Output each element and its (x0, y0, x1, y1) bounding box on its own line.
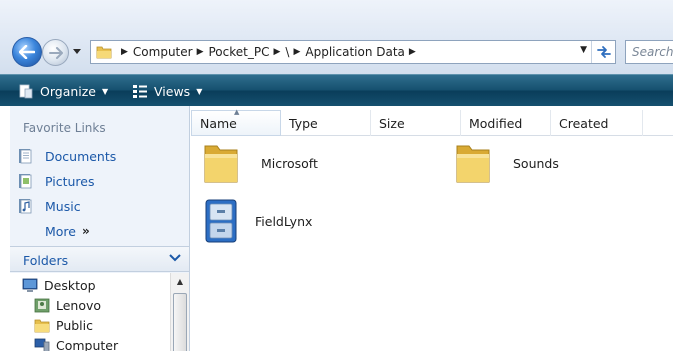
folder-tree: Desktop Lenovo Public Computer (10, 273, 170, 351)
scrollbar-thumb[interactable] (173, 293, 187, 351)
breadcrumb-arrow-icon[interactable]: ▶ (273, 47, 280, 57)
desktop-icon (22, 278, 38, 292)
tree-item-label: Computer (56, 337, 119, 351)
column-header-label: Size (379, 115, 405, 131)
more-label: More (45, 223, 76, 239)
address-history-dropdown-icon[interactable]: ▼ (580, 45, 587, 55)
tree-item-label: Desktop (44, 277, 96, 293)
folder-tree-scrollbar[interactable]: ▲ (170, 273, 189, 351)
more-links-button[interactable]: More » (45, 221, 90, 241)
favorite-links-heading: Favorite Links (23, 121, 106, 135)
column-header-created[interactable]: Created (551, 110, 643, 136)
views-icon (133, 85, 147, 98)
application-icon (205, 199, 237, 243)
column-header-label: Created (559, 115, 609, 131)
views-dropdown-icon: ▼ (196, 86, 203, 96)
file-item-sounds[interactable]: Sounds (453, 140, 559, 186)
favorite-link-music[interactable]: Music (18, 196, 81, 216)
organize-icon (19, 84, 33, 99)
folder-icon (34, 319, 50, 332)
double-chevron-right-icon: » (82, 224, 90, 238)
column-header-label: Name (200, 115, 237, 131)
back-button[interactable] (12, 37, 42, 67)
forward-button[interactable] (42, 39, 69, 66)
views-label: Views (154, 83, 191, 99)
column-header-name[interactable]: ▲ Name (191, 108, 281, 136)
arrow-right-icon (48, 46, 63, 59)
command-toolbar: Organize ▼ Views ▼ (0, 74, 673, 106)
music-icon (19, 199, 32, 214)
breadcrumb-application-data[interactable]: Application Data (305, 45, 405, 59)
organize-label: Organize (40, 83, 96, 99)
breadcrumb-computer[interactable]: Computer (133, 45, 193, 59)
search-input[interactable]: Search (625, 40, 673, 64)
breadcrumb-arrow-icon[interactable]: ▶ (409, 47, 416, 57)
refresh-button[interactable] (591, 41, 615, 63)
address-box[interactable]: ▶ Computer ▶ Pocket_PC ▶ \ ▶ Application… (90, 40, 616, 64)
folder-icon (456, 145, 490, 183)
folder-icon (96, 46, 112, 59)
favorite-link-documents[interactable]: Documents (18, 146, 116, 166)
address-bar-region: ▶ Computer ▶ Pocket_PC ▶ \ ▶ Application… (0, 0, 673, 74)
documents-icon (19, 149, 32, 164)
chevron-down-icon (169, 252, 181, 266)
breadcrumb-arrow-icon[interactable]: ▶ (121, 47, 128, 57)
breadcrumb-arrow-icon[interactable]: ▶ (197, 47, 204, 57)
favorite-link-label: Pictures (45, 173, 95, 189)
arrow-left-icon (19, 45, 35, 59)
organize-button[interactable]: Organize ▼ (18, 81, 108, 101)
organize-dropdown-icon: ▼ (102, 86, 109, 96)
tree-item-label: Public (56, 317, 93, 333)
favorite-link-label: Documents (45, 148, 117, 164)
file-item-fieldlynx[interactable]: FieldLynx (201, 196, 312, 246)
breadcrumb-root[interactable]: \ (285, 45, 289, 59)
scroll-up-arrow-icon[interactable]: ▲ (171, 273, 189, 290)
tree-item-lenovo[interactable]: Lenovo (34, 295, 101, 315)
folders-heading: Folders (23, 253, 69, 268)
favorite-link-pictures[interactable]: Pictures (18, 171, 95, 191)
refresh-icon (596, 46, 611, 58)
tree-item-public[interactable]: Public (34, 315, 93, 335)
user-folder-icon (34, 298, 50, 312)
file-item-label: FieldLynx (255, 213, 313, 229)
file-item-microsoft[interactable]: Microsoft (201, 140, 318, 186)
views-button[interactable]: Views ▼ (132, 81, 202, 101)
recent-pages-dropdown-icon[interactable] (72, 46, 82, 56)
folder-icon (204, 145, 238, 183)
breadcrumb: ▶ Computer ▶ Pocket_PC ▶ \ ▶ Application… (117, 41, 421, 63)
file-list-pane: ▲ Name Type Size Modified Created Micros… (191, 106, 673, 351)
column-header-type[interactable]: Type (281, 110, 371, 136)
navigation-pane: Favorite Links Documents Pictures Music … (10, 106, 190, 351)
computer-icon (34, 338, 50, 351)
pictures-icon (19, 174, 32, 189)
tree-item-computer[interactable]: Computer (34, 335, 118, 351)
favorite-link-label: Music (45, 198, 81, 214)
column-header-modified[interactable]: Modified (461, 110, 551, 136)
tree-item-desktop[interactable]: Desktop (22, 275, 96, 295)
column-header-size[interactable]: Size (371, 110, 461, 136)
file-item-label: Sounds (513, 155, 559, 171)
column-header-label: Type (289, 115, 318, 131)
breadcrumb-arrow-icon[interactable]: ▶ (293, 47, 300, 57)
column-header-row: ▲ Name Type Size Modified Created (191, 108, 673, 136)
column-header-label: Modified (469, 115, 523, 131)
tree-item-label: Lenovo (56, 297, 102, 313)
folders-header[interactable]: Folders (10, 246, 189, 272)
file-item-label: Microsoft (261, 155, 318, 171)
breadcrumb-pocket-pc[interactable]: Pocket_PC (209, 45, 270, 59)
sort-ascending-icon: ▲ (234, 108, 240, 116)
